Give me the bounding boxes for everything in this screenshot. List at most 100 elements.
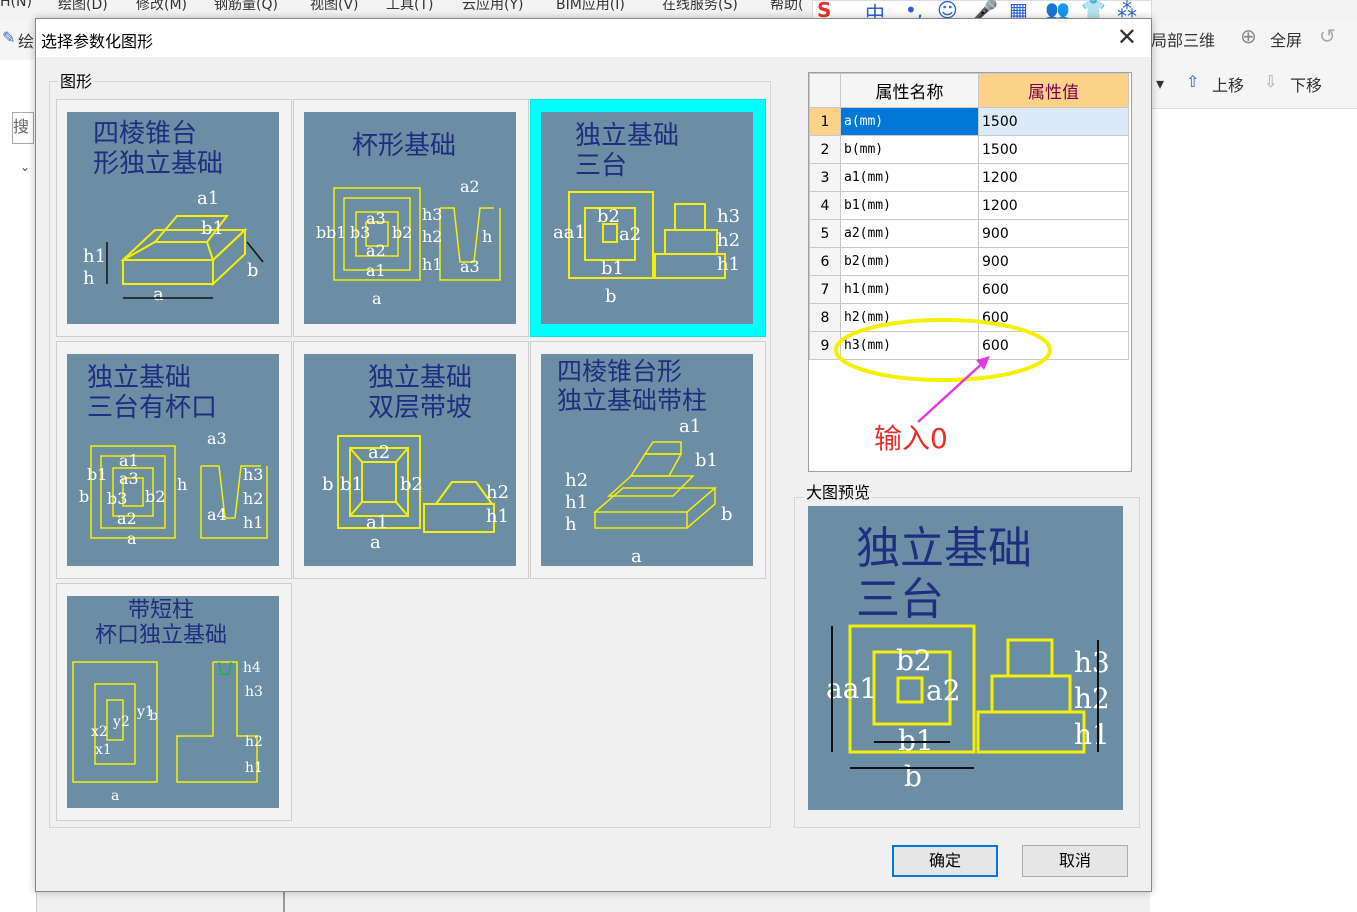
value-cell[interactable]: 1500 bbox=[978, 135, 1129, 164]
cup-footing-diagram: b b1 b3 a3b2a2 a1aa2 h3h2h1 ha3 bbox=[316, 177, 501, 308]
menu-item[interactable]: 视图(V) bbox=[310, 0, 359, 14]
svg-text:b1: b1 bbox=[87, 465, 107, 484]
svg-text:b: b bbox=[79, 487, 89, 506]
shape-tile-pyramid-footing[interactable]: 四棱锥台 形独立基础 a1 b1 h1 h ab bbox=[56, 99, 292, 337]
svg-text:b2: b2 bbox=[896, 644, 932, 677]
svg-text:b2: b2 bbox=[400, 474, 423, 495]
svg-text:b2: b2 bbox=[392, 223, 412, 242]
svg-text:h2: h2 bbox=[717, 230, 740, 251]
value-cell[interactable]: 1200 bbox=[978, 191, 1129, 220]
svg-text:b1: b1 bbox=[601, 258, 624, 279]
menu-item[interactable]: 钢筋量(Q) bbox=[214, 0, 278, 14]
shape-tile-cup-footing[interactable]: 杯形基础 b b1 b3 a3 b2 a2 a1 a a2 h3 h2 h1 h a3 bbox=[293, 99, 529, 337]
shape-tile-three-step-footing[interactable]: 独立基础 三台 aa1 b2 a2 b1 b h3 h2 h1 bbox=[530, 99, 766, 337]
local-3d-button[interactable]: 局部三维 bbox=[1151, 27, 1215, 51]
shapes-group-label: 图形 bbox=[58, 68, 95, 92]
svg-text:b1: b1 bbox=[695, 450, 718, 471]
table-row[interactable]: 3 a1(mm) 1200 bbox=[809, 163, 1129, 192]
svg-text:h: h bbox=[177, 475, 187, 494]
svg-text:h2: h2 bbox=[486, 482, 509, 503]
menu-item[interactable]: 在线服务(S) bbox=[662, 0, 738, 14]
svg-text:b2: b2 bbox=[597, 206, 620, 227]
zoom-icon[interactable]: ⊕ bbox=[1240, 24, 1257, 48]
menu-item[interactable]: 帮助( bbox=[770, 0, 803, 14]
svg-text:a2: a2 bbox=[619, 224, 641, 245]
menu-item[interactable]: H(N) bbox=[0, 0, 32, 10]
svg-text:h1: h1 bbox=[717, 254, 740, 275]
svg-text:y2: y2 bbox=[112, 714, 130, 730]
grid-header-num bbox=[809, 73, 841, 108]
svg-text:a: a bbox=[153, 284, 164, 305]
three-step-footing-diagram: aa1 b2a2 b1 b h3 h2 h1 bbox=[553, 191, 740, 307]
svg-text:a3: a3 bbox=[366, 209, 386, 228]
svg-text:h3: h3 bbox=[1074, 646, 1110, 679]
svg-text:aa1: aa1 bbox=[553, 222, 586, 243]
svg-text:a2: a2 bbox=[117, 509, 137, 528]
shape-tile-two-layer-slope-footing[interactable]: 独立基础 双层带坡 b b1 a2 b2 a1 a h2 h1 bbox=[293, 341, 529, 579]
cancel-button[interactable]: 取消 bbox=[1022, 845, 1128, 877]
svg-text:h: h bbox=[565, 514, 577, 535]
svg-text:h2: h2 bbox=[1074, 682, 1110, 715]
svg-text:a1: a1 bbox=[679, 416, 701, 437]
menu-item[interactable]: BIM应用(I) bbox=[556, 0, 625, 14]
table-row[interactable]: 2 b(mm) 1500 bbox=[809, 135, 1129, 164]
grid-header-value: 属性值 bbox=[978, 73, 1129, 108]
preview-group-label: 大图预览 bbox=[804, 479, 873, 503]
svg-text:a3: a3 bbox=[119, 469, 139, 488]
svg-text:b3: b3 bbox=[107, 489, 127, 508]
table-row[interactable]: 5 a2(mm) 900 bbox=[809, 219, 1129, 248]
svg-text:a1: a1 bbox=[197, 188, 219, 209]
tile-diagram: 四棱锥台形 独立基础带柱 a1 b1 h2 h1 h ab bbox=[541, 354, 753, 566]
chevron-down-icon[interactable]: ⌄ bbox=[20, 160, 30, 174]
table-row[interactable]: 6 b2(mm) 900 bbox=[809, 247, 1129, 276]
svg-text:b1: b1 bbox=[201, 218, 224, 239]
table-row[interactable]: 1 a(mm) 1500 bbox=[809, 107, 1129, 136]
tile-diagram: 独立基础 三台有杯口 b1 b a1 a3 b3 b2 a2 a a3 h h3 h2 h1 a4 bbox=[67, 354, 279, 566]
close-icon[interactable]: ✕ bbox=[1117, 23, 1137, 51]
svg-text:h2: h2 bbox=[245, 734, 263, 750]
svg-text:h1: h1 bbox=[565, 492, 588, 513]
svg-text:h1: h1 bbox=[1074, 718, 1110, 751]
svg-text:b: b bbox=[904, 760, 922, 793]
preview-footing-diagram: aa1 b2a2 b1b h3h2h1 bbox=[826, 624, 1110, 793]
move-up-button[interactable]: 上移 bbox=[1212, 72, 1244, 96]
value-cell[interactable]: 900 bbox=[978, 247, 1129, 276]
annotation-text: 输入0 bbox=[874, 422, 948, 455]
menu-item[interactable]: 修改(M) bbox=[136, 0, 187, 14]
app-right-panel: ▾ ⇧ 上移 ⇩ 下移 bbox=[1150, 60, 1357, 912]
svg-text:h3: h3 bbox=[243, 465, 263, 484]
shape-tile-three-step-cup-footing[interactable]: 独立基础 三台有杯口 b1 b a1 a3 b3 b2 a2 a a3 h h3 h2 h1 a4 bbox=[56, 341, 292, 579]
svg-text:b1: b1 bbox=[326, 223, 346, 242]
app-left-panel: 搜 ⌄ bbox=[0, 60, 37, 912]
menu-item[interactable]: 云应用(Y) bbox=[462, 0, 523, 14]
value-cell[interactable]: 1500 bbox=[978, 107, 1129, 136]
dropdown-icon[interactable]: ▾ bbox=[1156, 74, 1164, 93]
divider bbox=[283, 890, 285, 912]
svg-text:h1: h1 bbox=[83, 246, 106, 267]
search-input[interactable]: 搜 bbox=[12, 112, 34, 144]
pyramid-footing-diagram: a1 b1 h1h a b bbox=[83, 188, 264, 305]
menu-item[interactable]: 工具(T) bbox=[386, 0, 433, 14]
dialog-title: 选择参数化图形 bbox=[41, 32, 154, 51]
svg-text:a2: a2 bbox=[368, 442, 390, 463]
svg-text:a4: a4 bbox=[207, 505, 227, 524]
svg-text:x1: x1 bbox=[95, 742, 112, 758]
move-down-button[interactable]: 下移 bbox=[1290, 72, 1322, 96]
table-row[interactable]: 7 h1(mm) 600 bbox=[809, 275, 1129, 304]
arrow-down-icon: ⇩ bbox=[1264, 72, 1278, 91]
value-cell[interactable]: 600 bbox=[978, 275, 1129, 304]
rotate-icon[interactable]: ↺ bbox=[1319, 24, 1336, 48]
svg-text:h1: h1 bbox=[422, 255, 442, 274]
table-row[interactable]: 4 b1(mm) 1200 bbox=[809, 191, 1129, 220]
shape-tile-pyramid-footing-with-column[interactable]: 四棱锥台形 独立基础带柱 a1 b1 h2 h1 h ab bbox=[530, 341, 766, 579]
highlight-ellipse bbox=[834, 318, 1052, 382]
value-cell[interactable]: 900 bbox=[978, 219, 1129, 248]
tile-diagram: 四棱锥台 形独立基础 a1 b1 h1 h ab bbox=[67, 112, 279, 324]
svg-text:b2: b2 bbox=[145, 487, 165, 506]
shape-tile-short-column-cup-footing[interactable]: 带短柱 杯口独立基础 x2 x1 y2 y1 b a h4 h3 h2 h1 bbox=[56, 583, 292, 821]
value-cell[interactable]: 1200 bbox=[978, 163, 1129, 192]
menu-item[interactable]: 绘图(D) bbox=[58, 0, 108, 14]
ok-button[interactable]: 确定 bbox=[892, 845, 998, 877]
fullscreen-button[interactable]: 全屏 bbox=[1270, 27, 1302, 51]
preview-diagram: 独立基础 三台 aa1 b2 a2 b1 b h3 h2 h1 bbox=[808, 506, 1123, 810]
